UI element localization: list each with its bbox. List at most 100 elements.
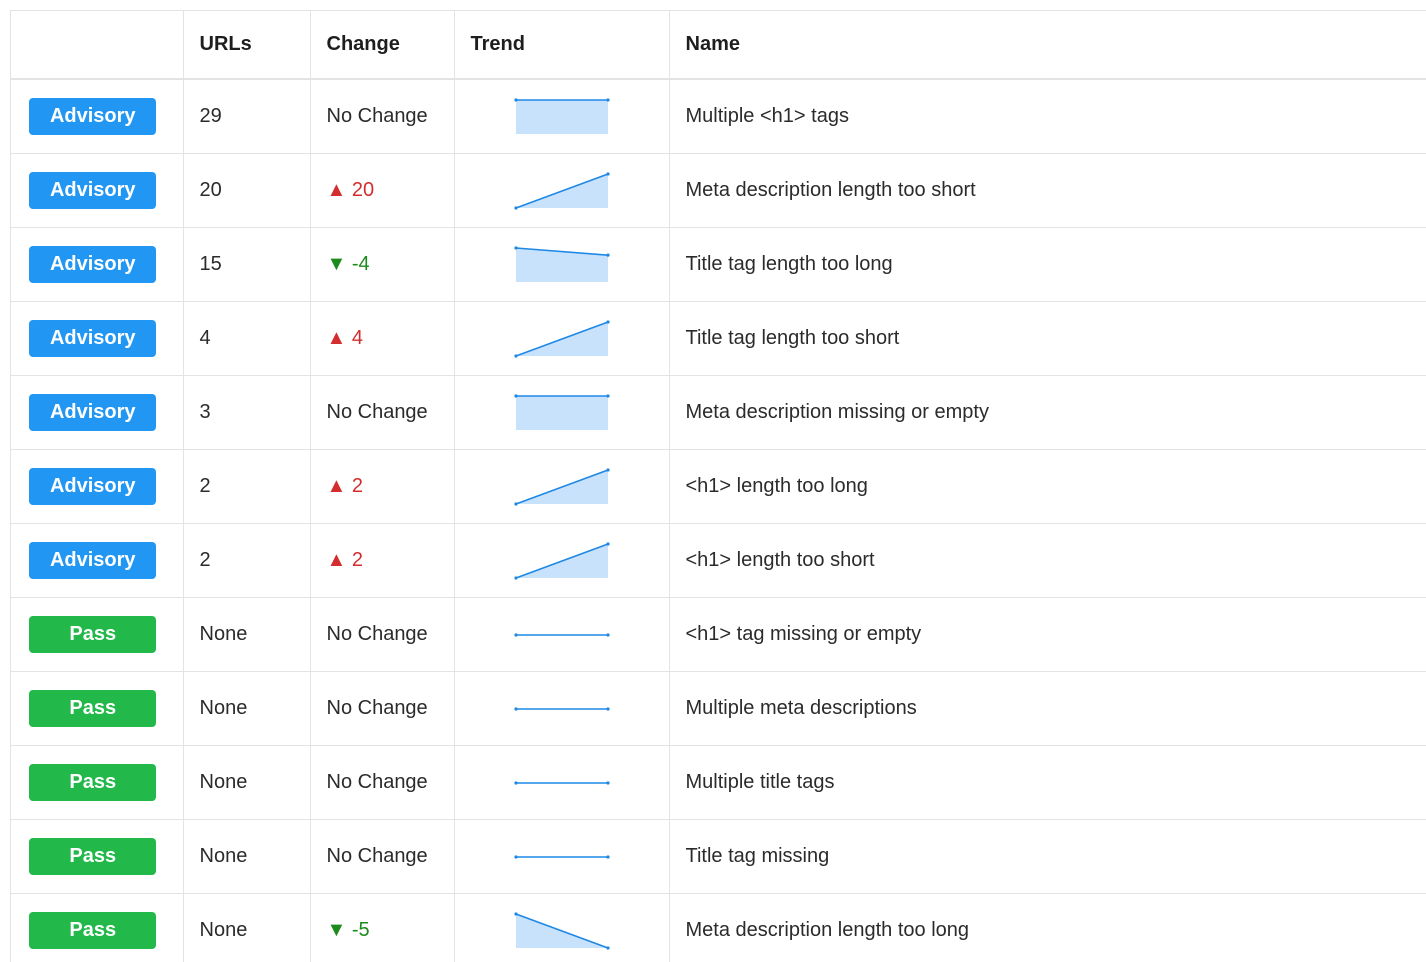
urls-count: 15: [183, 227, 311, 302]
trend-sparkline: [513, 245, 610, 282]
header-change[interactable]: Change: [310, 11, 455, 80]
status-cell: Advisory: [11, 301, 184, 376]
table-row[interactable]: Advisory 2 ▲ 2 <h1> length too long: [11, 449, 1426, 524]
status-cell: Pass: [11, 745, 184, 820]
issues-table-panel: URLs Change Trend Name Advisory 29 No Chan…: [10, 10, 1426, 962]
change-value: ▲ 2: [310, 449, 455, 524]
trend-cell: [454, 819, 670, 894]
change-value: ▲ 2: [310, 523, 455, 598]
table-row[interactable]: Pass None No Change Multiple title tags: [11, 745, 1426, 820]
trend-cell: [454, 375, 670, 450]
change-value: No Change: [310, 597, 455, 672]
urls-count: None: [183, 819, 311, 894]
status-cell: Pass: [11, 819, 184, 894]
issue-name[interactable]: Multiple <h1> tags: [669, 79, 1426, 154]
trend-point: [605, 467, 610, 472]
trend-point: [513, 393, 518, 398]
trend-cell: [454, 745, 670, 820]
trend-point: [605, 171, 610, 176]
trend-sparkline: [513, 393, 610, 430]
change-value: ▲ 4: [310, 301, 455, 376]
trend-point: [513, 911, 518, 916]
urls-count: None: [183, 597, 311, 672]
status-cell: Pass: [11, 597, 184, 672]
status-badge: Advisory: [29, 98, 157, 135]
urls-count: 3: [183, 375, 311, 450]
urls-count: None: [183, 745, 311, 820]
issue-name[interactable]: Multiple title tags: [669, 745, 1426, 820]
urls-count: 2: [183, 449, 311, 524]
table-row[interactable]: Advisory 4 ▲ 4 Title tag length too short: [11, 301, 1426, 376]
status-cell: Advisory: [11, 153, 184, 228]
trend-point: [605, 253, 610, 257]
status-badge: Advisory: [29, 542, 157, 579]
table-row[interactable]: Advisory 2 ▲ 2 <h1> length too short: [11, 523, 1426, 598]
header-trend[interactable]: Trend: [454, 11, 670, 80]
change-value: ▼ -4: [310, 227, 455, 302]
trend-point: [605, 706, 610, 711]
trend-point: [513, 97, 518, 102]
trend-sparkline: [513, 97, 610, 134]
trend-cell: [454, 227, 670, 302]
status-badge: Pass: [29, 764, 157, 801]
header-name[interactable]: Name: [669, 11, 1426, 80]
urls-count: 20: [183, 153, 311, 228]
issue-name[interactable]: <h1> length too short: [669, 523, 1426, 598]
status-badge: Pass: [29, 838, 157, 875]
issue-name[interactable]: Meta description missing or empty: [669, 375, 1426, 450]
trend-point: [605, 780, 610, 785]
table-row[interactable]: Advisory 29 No Change Multiple <h1> tags: [11, 79, 1426, 154]
table-row[interactable]: Advisory 3 No Change Meta description missi…: [11, 375, 1426, 450]
table-row[interactable]: Pass None No Change Multiple meta descripti…: [11, 671, 1426, 746]
status-cell: Pass: [11, 893, 184, 962]
status-cell: Advisory: [11, 375, 184, 450]
table-row[interactable]: Pass None No Change <h1> tag missing or emp…: [11, 597, 1426, 672]
issue-name[interactable]: Title tag length too long: [669, 227, 1426, 302]
table-row[interactable]: Pass None No Change Title tag missing: [11, 819, 1426, 894]
issue-name[interactable]: Multiple meta descriptions: [669, 671, 1426, 746]
change-value: No Change: [310, 671, 455, 746]
trend-sparkline: [513, 854, 610, 859]
status-cell: Advisory: [11, 227, 184, 302]
urls-count: 2: [183, 523, 311, 598]
trend-point: [513, 706, 518, 711]
issue-name[interactable]: Title tag length too short: [669, 301, 1426, 376]
trend-area: [515, 395, 608, 430]
urls-count: None: [183, 671, 311, 746]
status-cell: Advisory: [11, 523, 184, 598]
table-row[interactable]: Advisory 20 ▲ 20 Meta description length to…: [11, 153, 1426, 228]
table-row[interactable]: Advisory 15 ▼ -4 Title tag length too long: [11, 227, 1426, 302]
trend-point: [513, 575, 518, 580]
status-badge: Advisory: [29, 468, 157, 505]
issue-name[interactable]: Meta description length too long: [669, 893, 1426, 962]
trend-sparkline: [513, 780, 610, 785]
table-row[interactable]: Pass None ▼ -5 Meta description length too …: [11, 893, 1426, 962]
trend-sparkline: [513, 541, 610, 580]
issue-name[interactable]: Title tag missing: [669, 819, 1426, 894]
trend-point: [513, 780, 518, 785]
trend-sparkline: [513, 319, 610, 358]
status-cell: Advisory: [11, 79, 184, 154]
header-status[interactable]: [11, 11, 184, 80]
trend-point: [605, 854, 610, 859]
issue-name[interactable]: Meta description length too short: [669, 153, 1426, 228]
change-value: ▼ -5: [310, 893, 455, 962]
header-urls[interactable]: URLs: [183, 11, 311, 80]
status-badge: Advisory: [29, 172, 157, 209]
change-value: No Change: [310, 79, 455, 154]
header-row: URLs Change Trend Name: [11, 11, 1426, 80]
trend-sparkline: [513, 706, 610, 711]
trend-sparkline: [513, 171, 610, 210]
trend-point: [513, 632, 518, 637]
trend-point: [513, 353, 518, 358]
trend-point: [513, 854, 518, 859]
trend-point: [605, 97, 610, 102]
trend-area: [515, 99, 608, 134]
issue-name[interactable]: <h1> tag missing or empty: [669, 597, 1426, 672]
trend-cell: [454, 301, 670, 376]
trend-point: [513, 205, 518, 210]
change-value: ▲ 20: [310, 153, 455, 228]
status-cell: Advisory: [11, 449, 184, 524]
issue-name[interactable]: <h1> length too long: [669, 449, 1426, 524]
trend-point: [605, 632, 610, 637]
